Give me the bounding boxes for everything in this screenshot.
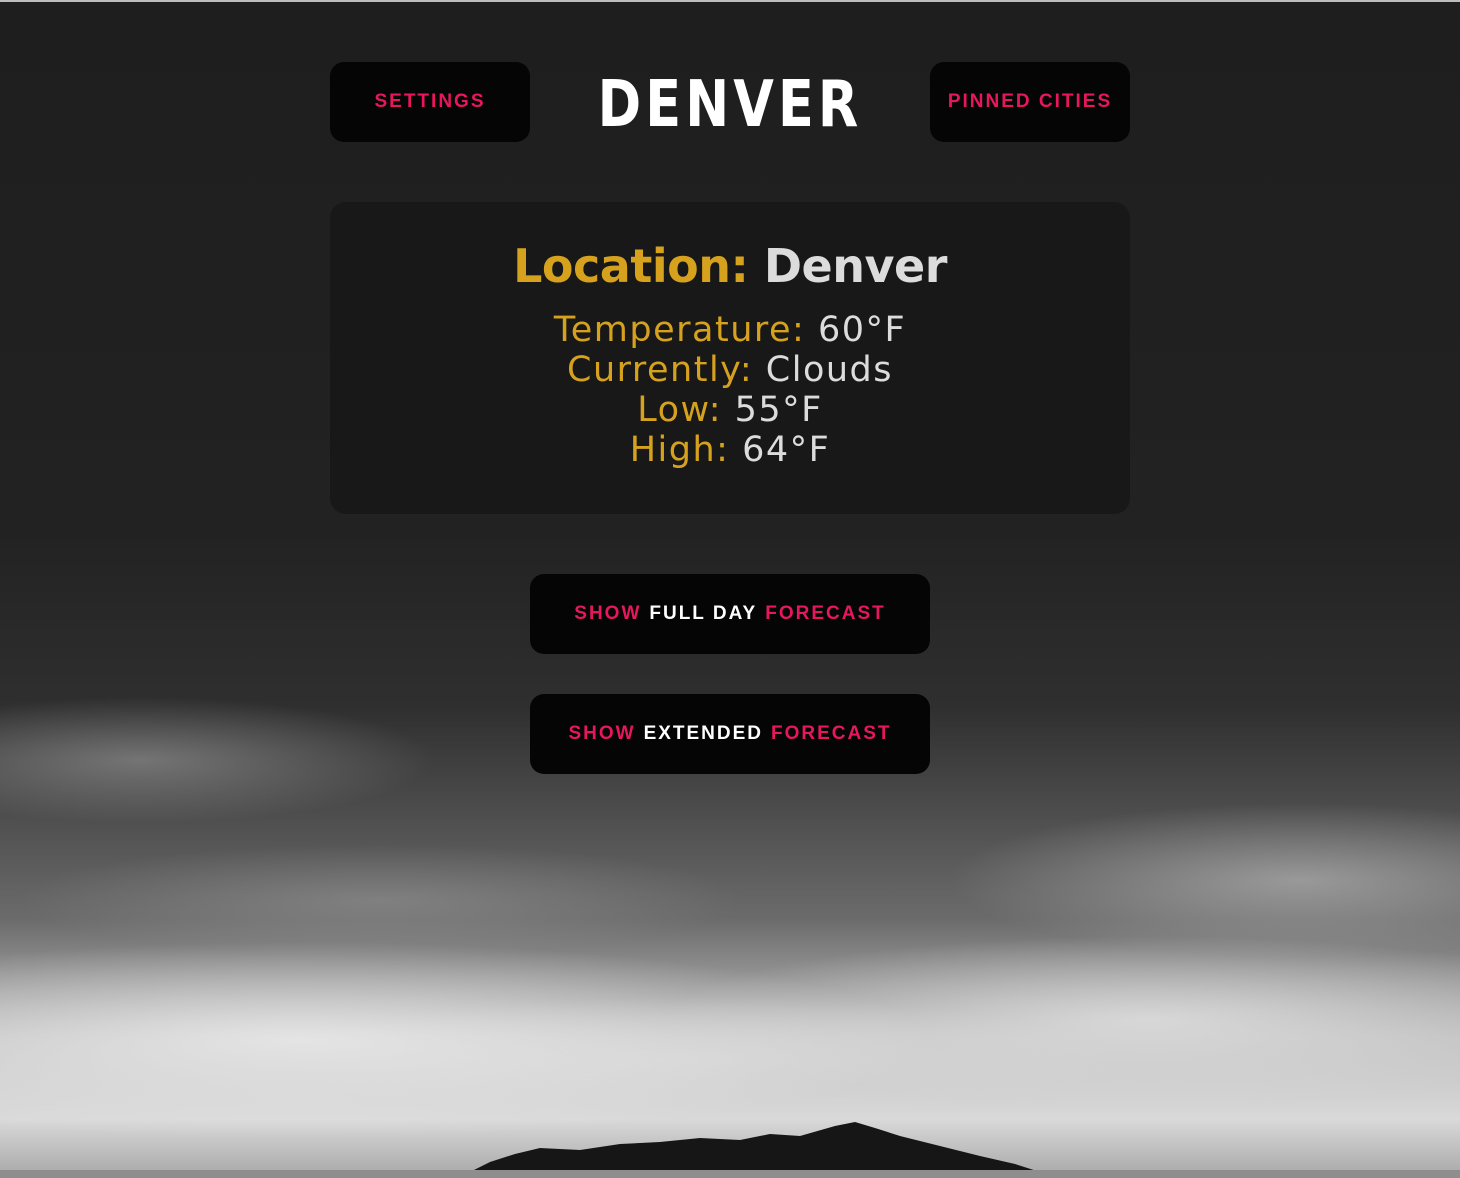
pinned-cities-button[interactable]: PINNED CITIES [930, 62, 1130, 142]
currently-row: Currently: Clouds [330, 350, 1130, 390]
low-row: Low: 55°F [330, 390, 1130, 430]
weather-stats: Temperature: 60°F Currently: Clouds Low:… [330, 310, 1130, 470]
extended-show-text: SHOW [568, 723, 636, 744]
full-day-middle-text: FULL DAY [649, 603, 758, 624]
temperature-value: 60°F [817, 310, 907, 350]
currently-label: Currently: [567, 350, 754, 390]
city-title: DENVER [597, 68, 863, 142]
horizon-water [0, 1170, 1460, 1178]
top-border [0, 0, 1460, 2]
pinned-cities-button-label: PINNED CITIES [947, 91, 1113, 112]
full-day-show-text: SHOW [574, 603, 642, 624]
low-label: Low: [637, 390, 722, 430]
currently-value: Clouds [765, 350, 893, 390]
full-day-forecast-text: FORECAST [765, 603, 886, 624]
location-line: Location: Denver [330, 236, 1130, 296]
temperature-row: Temperature: 60°F [330, 310, 1130, 350]
high-value: 64°F [742, 430, 831, 470]
show-full-day-forecast-button[interactable]: SHOW FULL DAY FORECAST [530, 574, 930, 654]
island-silhouette [470, 1122, 1040, 1172]
high-label: High: [629, 430, 730, 470]
low-value: 55°F [734, 390, 823, 430]
extended-forecast-text: FORECAST [771, 723, 892, 744]
location-value: Denver [763, 239, 948, 293]
show-extended-forecast-button[interactable]: SHOW EXTENDED FORECAST [530, 694, 930, 774]
high-row: High: 64°F [330, 430, 1130, 470]
location-label: Location: [513, 239, 749, 293]
settings-button[interactable]: SETTINGS [330, 62, 530, 142]
extended-middle-text: EXTENDED [643, 723, 764, 744]
settings-button-label: SETTINGS [374, 91, 486, 112]
temperature-label: Temperature: [553, 310, 806, 350]
weather-card: Location: Denver Temperature: 60°F Curre… [330, 202, 1130, 514]
